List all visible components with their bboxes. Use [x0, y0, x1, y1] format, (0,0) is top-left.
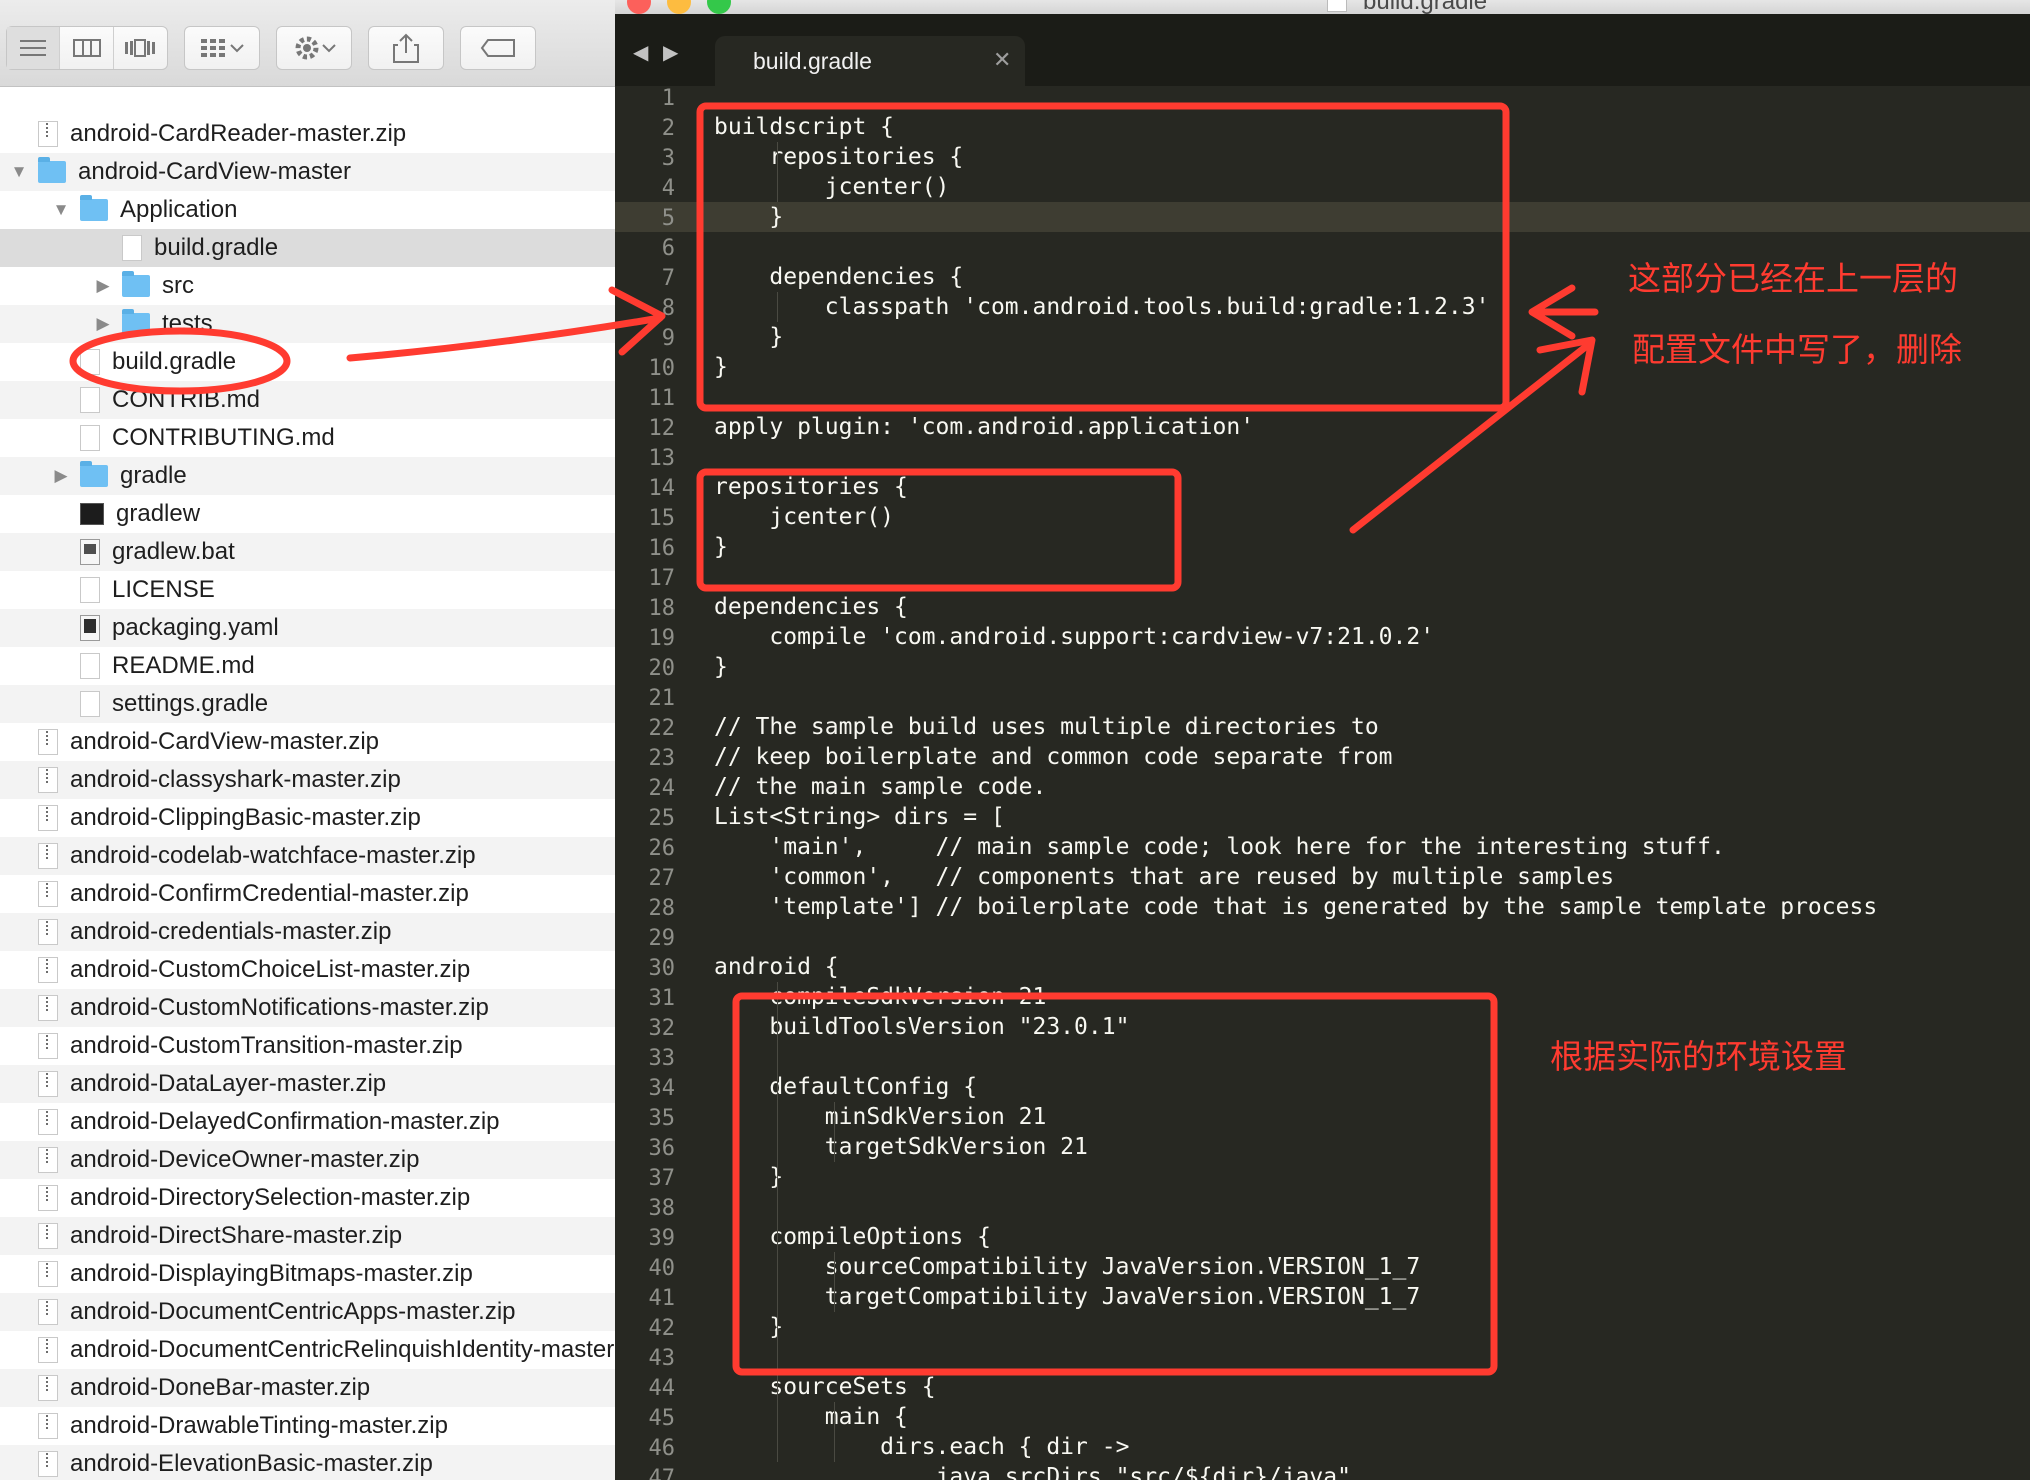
arrow-to-editor — [346, 314, 664, 362]
highlight-ellipse-build-gradle — [69, 327, 291, 395]
annotation-note-delete-line1: 这部分已经在上一层的 — [1628, 259, 1958, 298]
highlight-box-buildscript — [696, 102, 1510, 412]
annotation-note-delete-line2: 配置文件中写了，删除 — [1632, 330, 1962, 369]
arrow-to-repositories-note — [1349, 341, 1592, 534]
highlight-box-repositories — [696, 468, 1182, 592]
annotation-overlay — [69, 102, 1599, 1376]
highlight-box-android-config — [732, 992, 1498, 1376]
annotation-note-env: 根据实际的环境设置 — [1550, 1037, 1847, 1076]
